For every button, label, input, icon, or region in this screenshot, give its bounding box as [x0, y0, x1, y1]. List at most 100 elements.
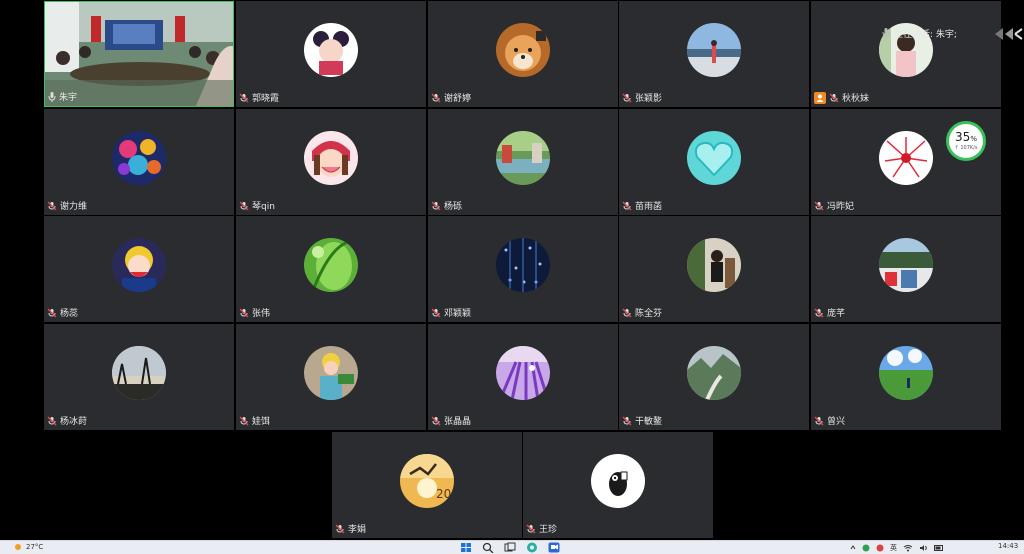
muted-microphone-icon[interactable]	[814, 308, 824, 318]
participant-tile[interactable]: 张颖影	[619, 1, 809, 107]
participant-name-label: 冯昨妃	[814, 199, 854, 212]
participant-tile[interactable]: 张伟	[236, 216, 426, 322]
tray-overflow-icon[interactable]	[850, 544, 856, 552]
participant-tile[interactable]: 曾兴	[811, 324, 1001, 430]
taskbar-apps	[460, 542, 560, 553]
participant-name-label: 曾兴	[814, 414, 845, 427]
participant-name-label: 张晶晶	[431, 414, 471, 427]
muted-microphone-icon[interactable]	[431, 201, 441, 211]
participant-tile[interactable]: 干敏鳌	[619, 324, 809, 430]
taskbar-clock[interactable]: 14:43	[998, 542, 1018, 550]
browser-icon[interactable]	[526, 542, 538, 553]
avatar	[687, 130, 741, 185]
participant-name: 张晶晶	[444, 417, 472, 427]
muted-microphone-icon[interactable]	[814, 201, 824, 211]
system-tray: 英	[850, 543, 944, 553]
participant-tile[interactable]: 谢力维	[44, 109, 234, 215]
participant-tile[interactable]: 秋秋妹	[811, 1, 1001, 107]
participant-name-label: 谢力维	[47, 199, 87, 212]
microphone-icon[interactable]	[48, 91, 56, 102]
participant-tile[interactable]: 苗雨菡	[619, 109, 809, 215]
participant-tile[interactable]: 娃饵	[236, 324, 426, 430]
participant-tile[interactable]: 杨砾	[428, 109, 618, 215]
participant-tile[interactable]: 郭晓霞	[236, 1, 426, 107]
participant-name: 邓颖颖	[444, 309, 472, 319]
muted-microphone-icon[interactable]	[622, 308, 632, 318]
participant-tile[interactable]: 庞芊	[811, 216, 1001, 322]
tray-app-icon[interactable]	[876, 544, 884, 552]
muted-microphone-icon[interactable]	[47, 416, 57, 426]
participant-tile[interactable]: 杨蕊	[44, 216, 234, 322]
participant-name-label: 娃饵	[239, 414, 270, 427]
participant-tile[interactable]: 王珍	[523, 432, 713, 538]
search-icon[interactable]	[482, 542, 494, 553]
participant-tile-video[interactable]: 朱宇	[44, 1, 234, 107]
muted-microphone-icon[interactable]	[526, 524, 536, 534]
speaking-indicator: 正在讲话: 朱宇;	[882, 24, 957, 42]
participant-name-label: 邓颖颖	[431, 306, 471, 319]
participant-name: 郭晓霞	[252, 94, 280, 104]
participant-tile[interactable]: 琴qin	[236, 109, 426, 215]
participant-name: 张伟	[252, 309, 271, 319]
participant-name-label: 王珍	[526, 522, 557, 535]
participant-name: 曾兴	[827, 417, 846, 427]
avatar	[496, 22, 550, 77]
participant-name-label: 谢舒婷	[431, 91, 471, 104]
wifi-icon[interactable]	[903, 544, 913, 552]
muted-microphone-icon[interactable]	[622, 416, 632, 426]
participant-name: 谢力维	[60, 202, 88, 212]
participant-tile[interactable]: 杨冰莳	[44, 324, 234, 430]
participant-name: 琴qin	[252, 202, 275, 212]
muted-microphone-icon[interactable]	[239, 308, 249, 318]
participant-tile[interactable]: 邓颖颖	[428, 216, 618, 322]
participant-tile[interactable]: 20 李娟	[332, 432, 522, 538]
muted-microphone-icon[interactable]	[431, 93, 441, 103]
muted-microphone-icon[interactable]	[829, 93, 839, 103]
host-badge-icon	[814, 91, 826, 104]
meeting-app-icon[interactable]	[548, 542, 560, 553]
start-menu-icon[interactable]	[460, 542, 472, 553]
avatar	[496, 345, 550, 400]
participant-name: 干敏鳌	[635, 417, 663, 427]
muted-microphone-icon[interactable]	[239, 416, 249, 426]
muted-microphone-icon[interactable]	[622, 93, 632, 103]
participant-name: 张颖影	[635, 94, 663, 104]
network-status-badge[interactable]: 35% ↑ 107K/s	[946, 121, 986, 161]
participant-name-label: 干敏鳌	[622, 414, 662, 427]
network-speed: ↑ 107K/s	[954, 144, 978, 151]
muted-microphone-icon[interactable]	[814, 416, 824, 426]
avatar	[112, 130, 166, 185]
participant-name-label: 庞芊	[814, 306, 845, 319]
tray-app-icon[interactable]	[862, 544, 870, 552]
input-language[interactable]: 英	[890, 543, 897, 553]
collapse-arrows-icon[interactable]	[993, 26, 1023, 42]
participant-tile[interactable]: 张晶晶	[428, 324, 618, 430]
muted-microphone-icon[interactable]	[431, 416, 441, 426]
muted-microphone-icon[interactable]	[239, 93, 249, 103]
muted-microphone-icon[interactable]	[335, 524, 345, 534]
participant-name-label: 郭晓霞	[239, 91, 279, 104]
task-view-icon[interactable]	[504, 542, 516, 553]
muted-microphone-icon[interactable]	[622, 201, 632, 211]
network-percent: 35%	[955, 129, 977, 144]
avatar	[879, 130, 933, 185]
svg-text:20: 20	[436, 487, 451, 501]
participant-name: 杨冰莳	[60, 417, 88, 427]
battery-icon[interactable]	[934, 544, 944, 552]
windows-taskbar: 27°C 英 14:43	[0, 540, 1024, 554]
muted-microphone-icon[interactable]	[47, 201, 57, 211]
muted-microphone-icon[interactable]	[431, 308, 441, 318]
muted-microphone-icon[interactable]	[47, 308, 57, 318]
participant-grid: 朱宇 郭晓霞 谢舒婷 张颖影 秋秋妹 谢力维 琴qin 杨砾 苗雨菡 冯昨妃 杨…	[0, 0, 1024, 540]
participant-tile[interactable]: 陈全芬	[619, 216, 809, 322]
avatar: 20	[400, 453, 454, 508]
participant-name-label: 张颖影	[622, 91, 662, 104]
volume-icon[interactable]	[919, 544, 928, 552]
muted-microphone-icon[interactable]	[239, 201, 249, 211]
participant-name: 谢舒婷	[444, 94, 472, 104]
weather-widget[interactable]: 27°C	[14, 543, 43, 551]
participant-name-label: 李娟	[335, 522, 366, 535]
avatar	[496, 237, 550, 292]
participant-name-label: 苗雨菡	[622, 199, 662, 212]
participant-tile[interactable]: 谢舒婷	[428, 1, 618, 107]
